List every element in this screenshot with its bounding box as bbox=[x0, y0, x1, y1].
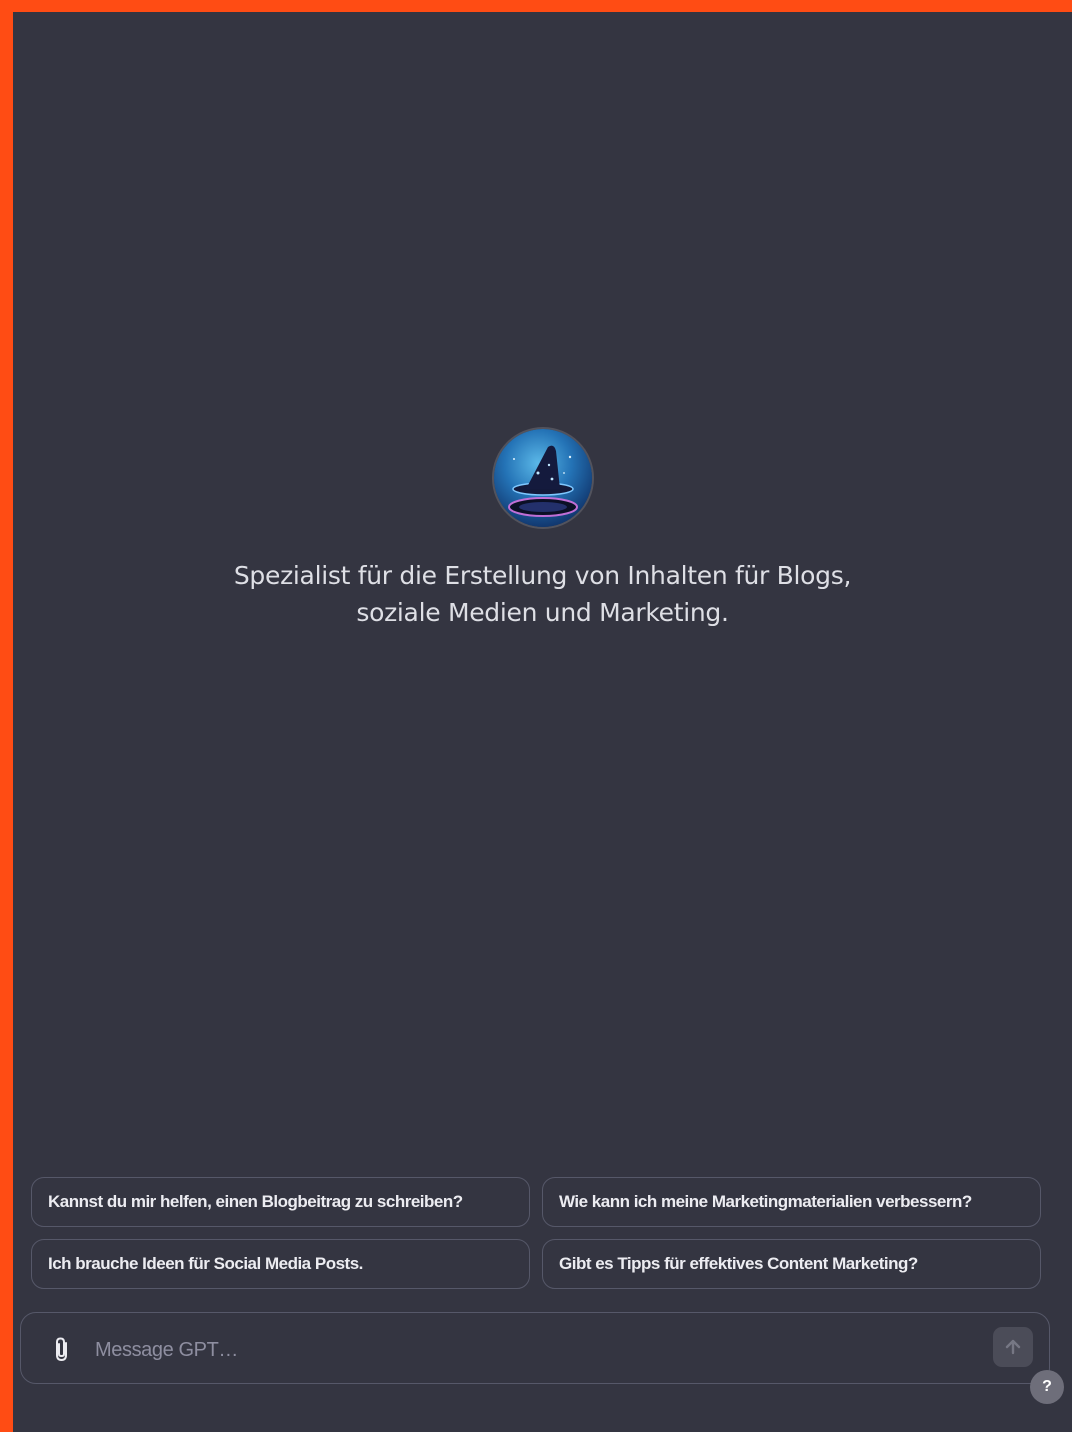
arrow-up-icon bbox=[1005, 1339, 1021, 1355]
gpt-avatar bbox=[493, 429, 592, 527]
help-button[interactable]: ? bbox=[1030, 1370, 1064, 1404]
gpt-description: Spezialist für die Erstellung von Inhalt… bbox=[233, 561, 852, 627]
message-composer bbox=[20, 1312, 1050, 1384]
suggestion-button[interactable]: Wie kann ich meine Marketingmaterialien … bbox=[542, 1177, 1041, 1227]
gpt-intro: Spezialist für die Erstellung von Inhalt… bbox=[13, 429, 1072, 631]
message-input[interactable] bbox=[93, 1331, 977, 1369]
suggestion-button[interactable]: Gibt es Tipps für effektives Content Mar… bbox=[542, 1239, 1041, 1289]
suggestion-grid: Kannst du mir helfen, einen Blogbeitrag … bbox=[31, 1177, 1041, 1289]
send-button[interactable] bbox=[993, 1327, 1033, 1367]
chat-window: Spezialist für die Erstellung von Inhalt… bbox=[13, 12, 1072, 1432]
suggestion-button[interactable]: Kannst du mir helfen, einen Blogbeitrag … bbox=[31, 1177, 530, 1227]
suggestion-button[interactable]: Ich brauche Ideen für Social Media Posts… bbox=[31, 1239, 530, 1289]
paperclip-icon[interactable] bbox=[49, 1335, 75, 1363]
wizard-hat-icon bbox=[507, 445, 578, 517]
